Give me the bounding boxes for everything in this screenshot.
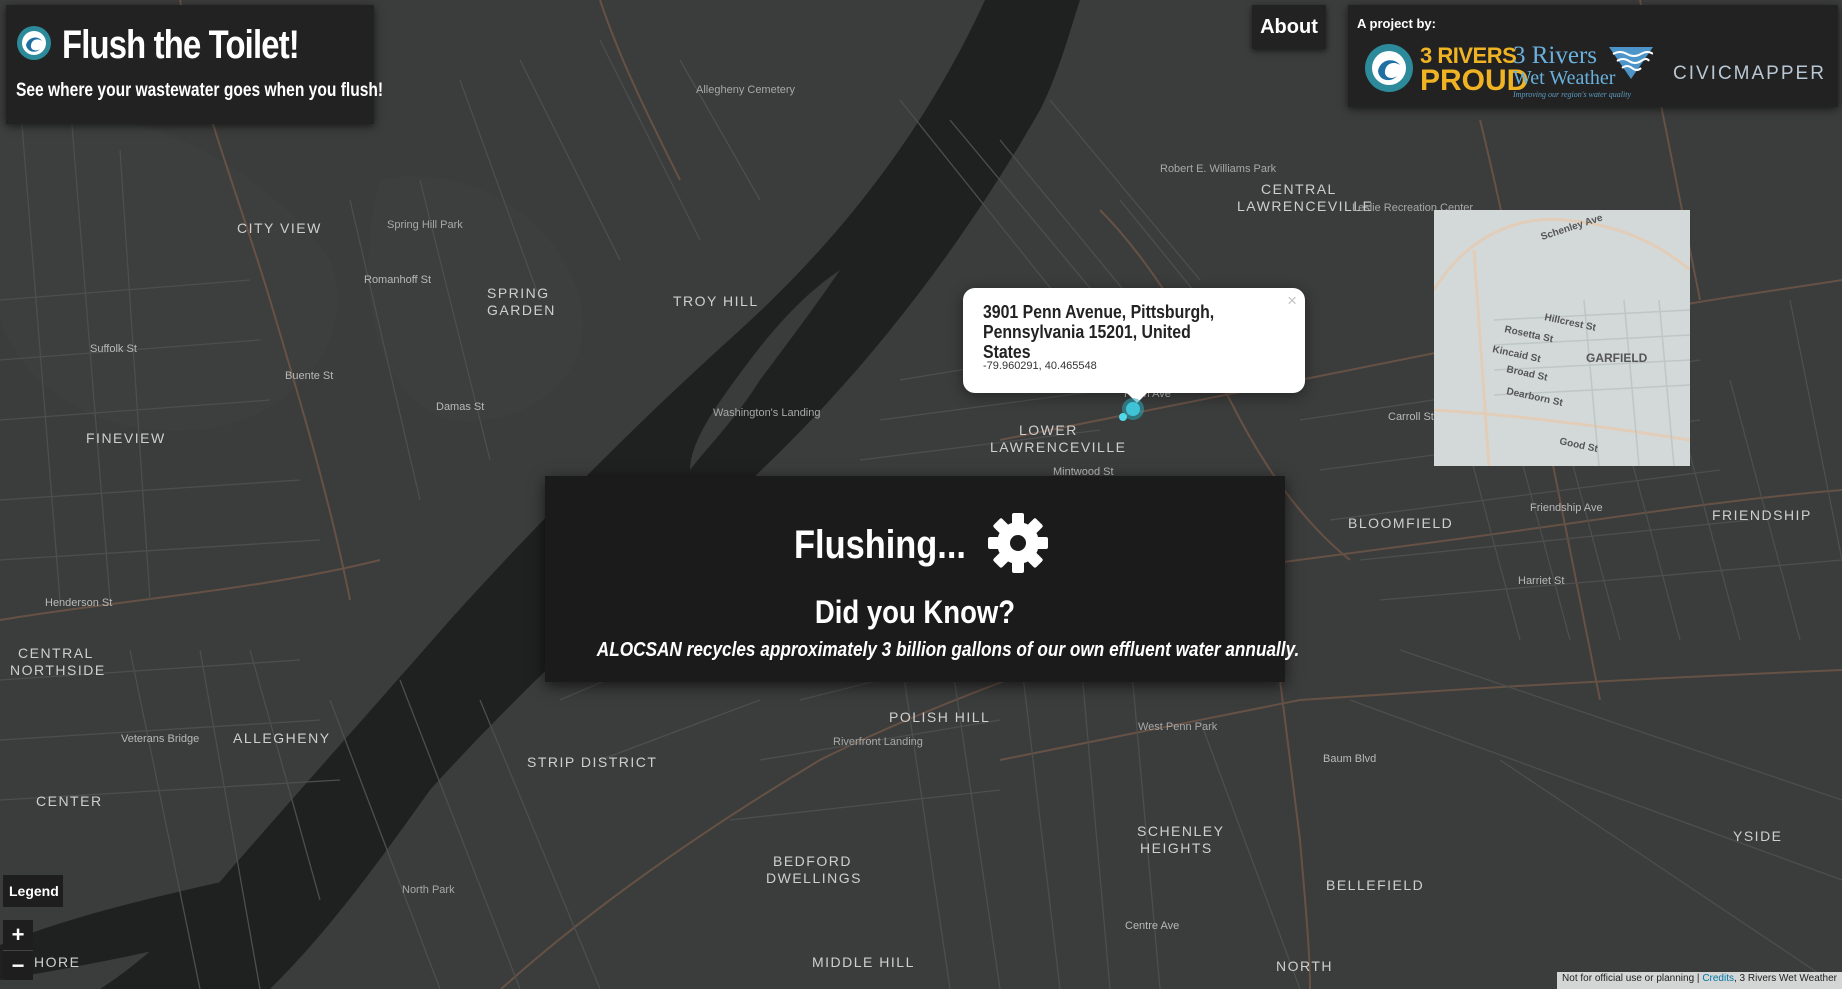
location-popup: 3901 Penn Avenue, Pittsburgh, Pennsylvan… — [963, 288, 1305, 403]
label-northside: NORTHSIDE — [10, 662, 106, 678]
label-spring-hill-park: Spring Hill Park — [387, 219, 463, 231]
partners-heading: A project by: — [1357, 16, 1436, 31]
partners-panel: A project by: 3 RIVERS PROUD 3 Rivers We… — [1348, 5, 1838, 107]
label-spring: SPRING — [487, 285, 550, 301]
page-title: Flush the Toilet! — [62, 23, 300, 67]
label-riverfront-landing: North Park — [402, 884, 455, 896]
about-button[interactable]: About — [1252, 5, 1326, 49]
minimap[interactable]: Schenley Ave Rosetta St Hillcrest St Kin… — [1434, 210, 1690, 466]
popup-close-button[interactable]: × — [1287, 291, 1297, 311]
label-central-lawrenceville: CENTRAL — [1261, 181, 1337, 197]
label-suffolk-st: Suffolk St — [90, 343, 137, 355]
label-north-park: Veterans Bridge — [121, 733, 199, 745]
label-garden: GARDEN — [487, 302, 556, 318]
map-attribution: Not for official use or planning | Credi… — [1557, 972, 1842, 989]
zoom-control: + − — [3, 920, 33, 980]
label-troy-hill: TROY HILL — [673, 293, 759, 309]
alcosan-swirl-icon — [16, 25, 52, 66]
wave-icon — [1609, 45, 1654, 86]
label-north: NORTH — [1276, 958, 1333, 974]
label-lawrenceville: LAWRENCEVILLE — [990, 439, 1126, 455]
label-fineview: FINEVIEW — [86, 430, 166, 446]
attribution-notice: Not for official use or planning | — [1562, 973, 1703, 984]
zoom-out-button[interactable]: − — [3, 950, 33, 980]
label-robert-williams-park: West Penn Park — [1138, 721, 1218, 733]
gear-icon — [986, 511, 1050, 580]
flushing-status-panel: Flushing... Did you Know? ALOCSAN recycl… — [545, 476, 1300, 682]
label-dwellings: DWELLINGS — [766, 870, 862, 886]
civicmapper-logo[interactable]: CIVICMAPPER — [1673, 63, 1826, 85]
label-leslie-center: Robert E. Williams Park — [1160, 163, 1277, 175]
label-harriet-st: Harriet St — [1518, 575, 1564, 587]
label-bloomfield: BLOOMFIELD — [1348, 515, 1453, 531]
label-schenley: SCHENLEY — [1137, 823, 1224, 839]
popup-address: 3901 Penn Avenue, Pittsburgh, Pennsylvan… — [983, 302, 1215, 362]
label-central: CENTRAL — [18, 645, 94, 661]
title-panel: Flush the Toilet! See where your wastewa… — [6, 5, 384, 124]
three-rivers-proud-icon — [1364, 43, 1414, 98]
label-west-penn-park: Riverfront Landing — [833, 736, 923, 748]
three-rivers-wet-weather-logo[interactable]: 3 Rivers Wet Weather Improving our regio… — [1513, 43, 1654, 99]
location-marker[interactable] — [1118, 396, 1146, 424]
label-saint-nicholas-cemetery: Allegheny Cemetery — [696, 84, 796, 96]
label-baum-blvd: Baum Blvd — [1323, 753, 1376, 765]
attribution-source: , 3 Rivers Wet Weather — [1734, 973, 1837, 984]
label-bedford: BEDFORD — [773, 853, 852, 869]
three-rivers-proud-logo[interactable]: 3 RIVERS PROUD — [1364, 43, 1528, 98]
label-middle-hill: MIDDLE HILL — [812, 954, 915, 970]
label-washingtons-landing: Washington's Landing — [713, 407, 821, 419]
label-city-view: CITY VIEW — [237, 220, 322, 236]
wet-weather-tagline: Improving our region's water quality — [1513, 90, 1631, 99]
minimap-label-garfield: GARFIELD — [1586, 351, 1648, 365]
label-romanhoff-st: Romanhoff St — [364, 274, 431, 286]
page-subtitle: See where your wastewater goes when you … — [16, 80, 384, 101]
label-lower: LOWER — [1019, 422, 1078, 438]
label-allegheny: ALLEGHENY — [233, 730, 331, 746]
legend-button[interactable]: Legend — [3, 875, 63, 907]
label-centre-ave: Centre Ave — [1125, 920, 1179, 932]
popup-coordinates: -79.960291, 40.465548 — [983, 360, 1097, 372]
credits-link[interactable]: Credits — [1702, 973, 1734, 984]
label-strip-district: STRIP DISTRICT — [527, 754, 657, 770]
flushing-status-text: Flushing... — [793, 523, 966, 567]
label-yside: YSIDE — [1733, 828, 1783, 844]
label-henderson-st: Henderson St — [45, 597, 112, 609]
label-damas-st: Damas St — [436, 401, 484, 413]
label-friendship-ave: Friendship Ave — [1530, 502, 1603, 514]
did-you-know-heading: Did you Know? — [814, 594, 1016, 630]
zoom-in-button[interactable]: + — [3, 920, 33, 950]
did-you-know-fact: ALOCSAN recycles approximately 3 billion… — [596, 639, 1300, 661]
label-allegheny-center: CENTER — [36, 793, 103, 809]
label-bellefield: BELLEFIELD — [1326, 877, 1424, 893]
label-hore: HORE — [34, 954, 80, 970]
label-polish-hill: POLISH HILL — [889, 709, 990, 725]
label-buente-st: Buente St — [285, 370, 333, 382]
label-carroll-st: Carroll St — [1388, 411, 1434, 423]
label-friendship: FRIENDSHIP — [1712, 507, 1812, 523]
label-heights: HEIGHTS — [1140, 840, 1213, 856]
